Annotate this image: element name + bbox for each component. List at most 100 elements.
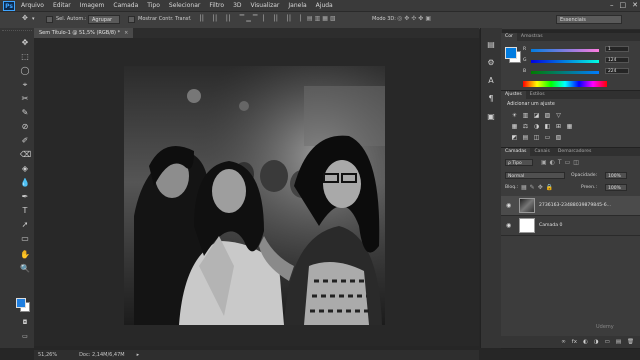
fill-input[interactable]: 100% bbox=[605, 184, 627, 191]
blend-mode-dropdown[interactable]: Normal bbox=[505, 172, 565, 179]
new-layer-icon[interactable]: ▤ bbox=[616, 339, 621, 345]
tools-grip[interactable] bbox=[2, 30, 32, 34]
maximize-button[interactable]: □ bbox=[620, 1, 627, 9]
menu-arquivo[interactable]: Arquivo bbox=[21, 2, 44, 9]
menu-filtro[interactable]: Filtro bbox=[209, 2, 224, 9]
minimize-button[interactable]: – bbox=[610, 1, 614, 9]
gradient-map-icon[interactable]: ▭ bbox=[544, 134, 551, 141]
visibility-eye-icon[interactable]: ◉ bbox=[506, 202, 511, 209]
screen-mode-icon[interactable]: ▭ bbox=[20, 332, 30, 342]
tab-camadas[interactable]: Camadas bbox=[501, 148, 531, 156]
foreground-color-swatch[interactable] bbox=[16, 298, 26, 308]
crop-tool-icon[interactable]: ✂ bbox=[20, 94, 30, 104]
link-layers-icon[interactable]: ∞ bbox=[561, 339, 566, 345]
threshold-icon[interactable]: ◫ bbox=[533, 134, 540, 141]
exposure-icon[interactable]: ▨ bbox=[544, 112, 551, 119]
black-white-icon[interactable]: ◑ bbox=[533, 123, 540, 130]
tab-ajustes[interactable]: Ajustes bbox=[501, 91, 526, 99]
zoom-tool-icon[interactable]: 🔍 bbox=[20, 264, 30, 274]
move-tool-icon[interactable]: ✥ bbox=[22, 14, 28, 22]
adjustment-layer-icon[interactable]: ◑ bbox=[594, 339, 599, 345]
properties-icon[interactable]: ⚙ bbox=[486, 58, 496, 68]
posterize-icon[interactable]: ▤ bbox=[522, 134, 529, 141]
document-tab[interactable]: Sem Título-1 @ 51,5% (RGB/8) * × bbox=[34, 28, 134, 38]
shape-tool-icon[interactable]: ▭ bbox=[20, 234, 30, 244]
zoom-level[interactable]: 51,26% bbox=[38, 352, 57, 358]
eraser-tool-icon[interactable]: ⌫ bbox=[20, 150, 31, 160]
close-window-button[interactable]: ✕ bbox=[632, 1, 638, 9]
paragraph-icon[interactable]: ¶ bbox=[486, 94, 496, 104]
show-transform-checkbox[interactable] bbox=[128, 16, 135, 23]
red-value[interactable]: 1 bbox=[605, 46, 629, 52]
brightness-icon[interactable]: ☀ bbox=[511, 112, 518, 119]
brush-tool-icon[interactable]: ✐ bbox=[20, 136, 30, 146]
pen-tool-icon[interactable]: ✒ bbox=[20, 192, 30, 202]
menu-visualizar[interactable]: Visualizar bbox=[251, 2, 280, 9]
path-select-tool-icon[interactable]: ➚ bbox=[20, 220, 30, 230]
slider-green[interactable]: G 124 bbox=[523, 57, 638, 65]
layer-style-icon[interactable]: fx bbox=[572, 339, 577, 345]
lock-icons[interactable]: ▦✎✥🔒 bbox=[521, 184, 556, 191]
tool-preset-chevron-icon[interactable]: ▾ bbox=[32, 16, 35, 22]
document-image[interactable] bbox=[124, 66, 385, 325]
opacity-input[interactable]: 100% bbox=[605, 172, 627, 179]
menu-camada[interactable]: Camada bbox=[113, 2, 138, 9]
healing-tool-icon[interactable]: ⊘ bbox=[20, 122, 30, 132]
layer-name[interactable]: Camada 0 bbox=[539, 223, 562, 228]
quick-mask-icon[interactable]: ◘ bbox=[20, 318, 30, 328]
menu-selecionar[interactable]: Selecionar bbox=[169, 2, 200, 9]
menu-ajuda[interactable]: Ajuda bbox=[316, 2, 333, 9]
invert-icon[interactable]: ◩ bbox=[511, 134, 518, 141]
workspace-dropdown[interactable]: Essenciais bbox=[556, 15, 622, 24]
menu-editar[interactable]: Editar bbox=[53, 2, 71, 9]
red-track[interactable] bbox=[531, 49, 599, 52]
color-lookup-icon[interactable]: ▦ bbox=[566, 123, 573, 130]
menu-tipo[interactable]: Tipo bbox=[147, 2, 160, 9]
menu-janela[interactable]: Janela bbox=[288, 2, 306, 9]
status-menu-arrow-icon[interactable]: ▸ bbox=[137, 352, 140, 358]
delete-layer-icon[interactable]: 🗑 bbox=[627, 339, 634, 345]
layer-filter-icons[interactable]: ▣◐T▭◫ bbox=[541, 159, 582, 166]
character-icon[interactable]: A bbox=[486, 76, 496, 86]
visibility-eye-icon[interactable]: ◉ bbox=[506, 222, 511, 229]
gradient-tool-icon[interactable]: ◈ bbox=[20, 164, 30, 174]
auto-select-dropdown[interactable]: Agrupar bbox=[88, 15, 120, 24]
history-icon[interactable]: ▤ bbox=[486, 40, 496, 50]
canvas-area[interactable] bbox=[34, 38, 479, 346]
layer-row[interactable]: ◉ Camada 0 bbox=[501, 216, 640, 236]
tab-cor[interactable]: Cor bbox=[501, 33, 517, 41]
layer-comps-icon[interactable]: ▣ bbox=[486, 112, 496, 122]
layer-mask-icon[interactable]: ◐ bbox=[583, 339, 588, 345]
color-fg-swatch[interactable] bbox=[505, 47, 517, 59]
tab-canais[interactable]: Canais bbox=[530, 148, 553, 156]
layer-filter-dropdown[interactable]: ρ Tipo bbox=[505, 159, 533, 166]
lasso-tool-icon[interactable]: ◯ bbox=[20, 66, 30, 76]
levels-icon[interactable]: ▥ bbox=[522, 112, 529, 119]
tab-estilos[interactable]: Estilos bbox=[526, 91, 549, 99]
color-balance-icon[interactable]: ⚖ bbox=[522, 123, 529, 130]
hue-saturation-icon[interactable]: ▦ bbox=[511, 123, 518, 130]
blur-tool-icon[interactable]: 💧 bbox=[20, 178, 30, 188]
marquee-tool-icon[interactable]: ⬚ bbox=[20, 52, 30, 62]
selective-color-icon[interactable]: ▧ bbox=[555, 134, 562, 141]
type-tool-icon[interactable]: T bbox=[20, 206, 30, 216]
layer-row[interactable]: ◉ 2736163-23488039879845-6... bbox=[501, 196, 640, 216]
menu-imagem[interactable]: Imagem bbox=[80, 2, 105, 9]
auto-select-checkbox[interactable] bbox=[46, 16, 53, 23]
menu-3d[interactable]: 3D bbox=[233, 2, 241, 9]
quick-select-tool-icon[interactable]: ⌖ bbox=[20, 80, 30, 90]
eyedropper-tool-icon[interactable]: ✎ bbox=[20, 108, 30, 118]
slider-blue[interactable]: B 224 bbox=[523, 68, 638, 76]
curves-icon[interactable]: ◪ bbox=[533, 112, 540, 119]
align-icons[interactable]: ▕▏▕▏▕▏ ▔▁▔ ▏▕▏▕▏▕ ▤▥▦▧ bbox=[196, 15, 338, 22]
blue-track[interactable] bbox=[531, 71, 599, 74]
tab-demarcadores[interactable]: Demarcadores bbox=[554, 148, 596, 156]
mode-3d-icons[interactable]: ◎✥✣✤▣ bbox=[397, 15, 433, 22]
blue-value[interactable]: 224 bbox=[605, 68, 629, 74]
slider-red[interactable]: R 1 bbox=[523, 46, 638, 54]
hand-tool-icon[interactable]: ✋ bbox=[20, 250, 30, 260]
green-value[interactable]: 124 bbox=[605, 57, 629, 63]
vibrance-icon[interactable]: ▽ bbox=[555, 112, 562, 119]
tab-amostras[interactable]: Amostras bbox=[517, 33, 547, 41]
photo-filter-icon[interactable]: ◧ bbox=[544, 123, 551, 130]
